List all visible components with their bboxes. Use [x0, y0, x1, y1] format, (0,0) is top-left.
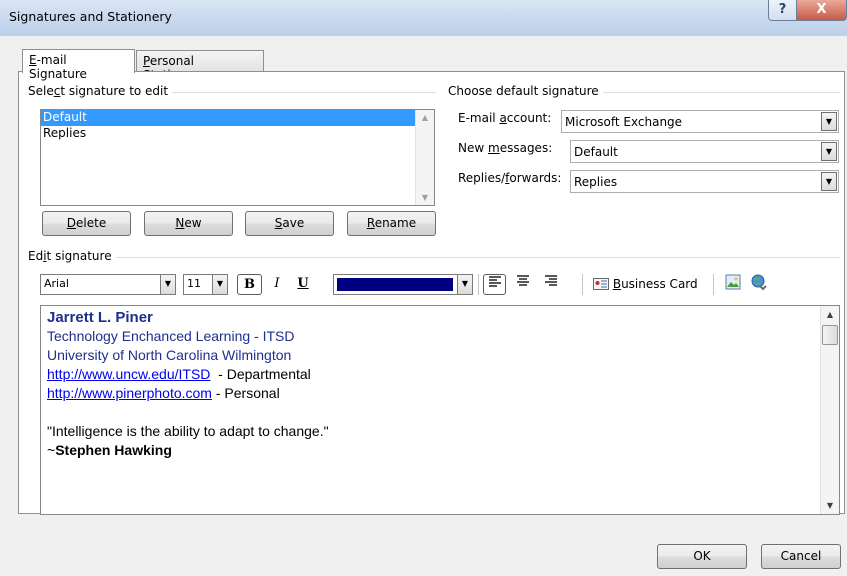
- divider: [600, 92, 840, 93]
- personal-link[interactable]: http://www.pinerphoto.com: [47, 385, 212, 401]
- separator: [582, 274, 583, 295]
- signature-quote: "Intelligence is the ability to adapt to…: [47, 423, 329, 439]
- align-center-button[interactable]: [512, 274, 534, 295]
- list-item[interactable]: Replies: [41, 126, 434, 142]
- chevron-down-icon[interactable]: ▼: [821, 112, 837, 131]
- align-right-button[interactable]: [540, 274, 562, 295]
- signature-list[interactable]: Default Replies ▲ ▼: [40, 109, 435, 206]
- default-signature-label: Choose default signature: [448, 84, 603, 98]
- hyperlink-icon: [751, 274, 767, 291]
- signature-line: Technology Enchanced Learning - ITSD: [47, 328, 295, 344]
- separator: [713, 274, 714, 295]
- align-right-icon: [545, 275, 557, 286]
- chevron-down-icon[interactable]: ▼: [821, 172, 837, 191]
- title-bar: Signatures and Stationery ? X: [0, 0, 847, 36]
- scroll-thumb[interactable]: [822, 325, 838, 345]
- email-account-label: E-mail account:: [458, 111, 552, 125]
- signature-line: http://www.uncw.edu/ITSD - Departmental: [47, 366, 311, 382]
- help-icon: ?: [778, 2, 787, 17]
- save-button[interactable]: Save: [245, 211, 334, 236]
- tab-personal-stationery[interactable]: Personal Stationery: [136, 50, 264, 82]
- font-select[interactable]: Arial ▼: [40, 274, 176, 295]
- signature-author: ~Stephen Hawking: [47, 442, 172, 458]
- new-button[interactable]: New: [144, 211, 233, 236]
- signature-name: Jarrett L. Piner: [47, 309, 153, 326]
- chevron-down-icon[interactable]: ▼: [457, 275, 472, 294]
- scroll-up-icon[interactable]: ▲: [416, 113, 434, 122]
- close-button[interactable]: X: [796, 0, 847, 21]
- replies-forwards-select[interactable]: Replies ▼: [570, 170, 839, 193]
- editor-scrollbar[interactable]: ▲ ▼: [820, 306, 839, 514]
- signature-line: University of North Carolina Wilmington: [47, 347, 292, 363]
- new-messages-select[interactable]: Default ▼: [570, 140, 839, 163]
- close-icon: X: [816, 2, 827, 17]
- bold-button[interactable]: B: [237, 274, 262, 295]
- new-messages-label: New messages:: [458, 141, 553, 155]
- signature-line: http://www.pinerphoto.com - Personal: [47, 385, 280, 401]
- align-left-icon: [488, 276, 501, 287]
- window-title: Signatures and Stationery: [9, 9, 172, 24]
- chevron-down-icon[interactable]: ▼: [160, 275, 175, 294]
- font-size-select[interactable]: 11 ▼: [183, 274, 228, 295]
- replies-forwards-label: Replies/forwards:: [458, 171, 562, 185]
- signature-content[interactable]: Jarrett L. Piner Technology Enchanced Le…: [47, 308, 329, 460]
- chevron-down-icon[interactable]: ▼: [821, 142, 837, 161]
- picture-icon: [725, 274, 741, 290]
- insert-picture-button[interactable]: [722, 274, 744, 295]
- list-scrollbar[interactable]: ▲ ▼: [415, 110, 434, 205]
- align-center-icon: [517, 275, 529, 286]
- business-card-icon: [593, 278, 609, 290]
- color-swatch: [337, 278, 453, 291]
- delete-button[interactable]: Delete: [42, 211, 131, 236]
- business-card-button[interactable]: Business Card: [593, 274, 705, 295]
- signature-editor[interactable]: Jarrett L. Piner Technology Enchanced Le…: [40, 305, 840, 515]
- scroll-up-icon[interactable]: ▲: [821, 310, 839, 319]
- email-account-select[interactable]: Microsoft Exchange ▼: [561, 110, 839, 133]
- tab-email-signature[interactable]: E-mail Signature: [22, 49, 135, 81]
- divider: [116, 257, 840, 258]
- scroll-down-icon[interactable]: ▼: [821, 501, 839, 510]
- departmental-link[interactable]: http://www.uncw.edu/ITSD: [47, 366, 210, 382]
- scroll-down-icon[interactable]: ▼: [416, 193, 434, 202]
- underline-button[interactable]: U: [292, 274, 314, 295]
- italic-button[interactable]: I: [266, 274, 288, 295]
- font-color-select[interactable]: ▼: [333, 274, 473, 295]
- help-button[interactable]: ?: [768, 0, 797, 21]
- list-item[interactable]: Default: [41, 110, 434, 126]
- ok-button[interactable]: OK: [657, 544, 747, 569]
- select-signature-label: Select signature to edit: [28, 84, 173, 98]
- align-left-button[interactable]: [483, 274, 506, 295]
- insert-hyperlink-button[interactable]: [749, 274, 771, 295]
- chevron-down-icon[interactable]: ▼: [212, 275, 227, 294]
- rename-button[interactable]: Rename: [347, 211, 436, 236]
- cancel-button[interactable]: Cancel: [761, 544, 841, 569]
- separator: [478, 274, 479, 295]
- edit-signature-label: Edit signature: [28, 249, 116, 263]
